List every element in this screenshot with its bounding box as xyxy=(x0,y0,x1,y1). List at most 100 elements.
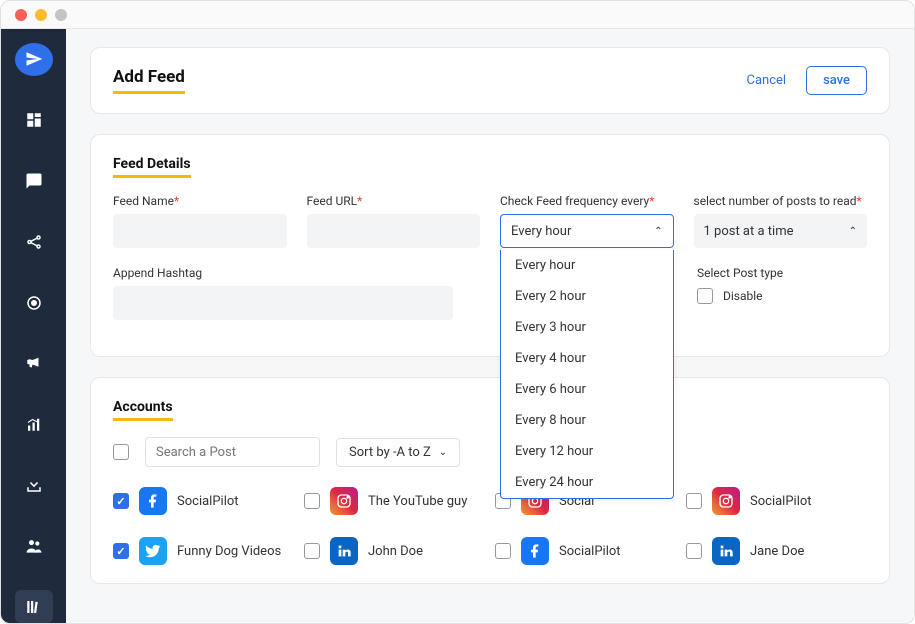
disable-label: Disable xyxy=(723,289,763,303)
frequency-value: Every hour xyxy=(511,224,571,239)
account-item: SocialPilot xyxy=(495,537,676,565)
library-icon xyxy=(25,598,43,616)
account-checkbox[interactable] xyxy=(304,543,320,559)
account-name: SocialPilot xyxy=(750,494,812,509)
ig-icon xyxy=(330,487,358,515)
fb-icon xyxy=(139,487,167,515)
hashtag-input[interactable] xyxy=(113,286,453,320)
account-checkbox[interactable] xyxy=(686,543,702,559)
sidebar-item-share[interactable] xyxy=(15,225,53,258)
account-item: Jane Doe xyxy=(686,537,867,565)
chevron-up-icon: ⌃ xyxy=(849,226,857,237)
feed-url-input[interactable] xyxy=(307,214,481,248)
freq-option[interactable]: Every 4 hour xyxy=(501,343,673,374)
account-name: The YouTube guy xyxy=(368,494,467,509)
feed-url-label: Feed URL* xyxy=(307,194,481,208)
freq-option[interactable]: Every 8 hour xyxy=(501,405,673,436)
sidebar-item-inbox[interactable] xyxy=(15,469,53,502)
posts-value: 1 post at a time xyxy=(704,224,794,239)
frequency-select[interactable]: Every hour ⌃ xyxy=(500,214,674,248)
freq-option[interactable]: Every 12 hour xyxy=(501,436,673,467)
window-controls xyxy=(1,1,914,29)
chart-icon xyxy=(25,415,43,433)
account-item: The YouTube guy xyxy=(304,487,485,515)
account-item: SocialPilot xyxy=(686,487,867,515)
freq-option[interactable]: Every 2 hour xyxy=(501,281,673,312)
sidebar-item-target[interactable] xyxy=(15,286,53,319)
maximize-window-dot[interactable] xyxy=(55,9,67,21)
disable-checkbox[interactable] xyxy=(697,288,713,304)
sidebar-item-team[interactable] xyxy=(15,529,53,562)
posts-label: select number of posts to read* xyxy=(694,194,868,208)
chevron-down-icon: ⌄ xyxy=(439,447,447,458)
sidebar-item-announce[interactable] xyxy=(15,347,53,380)
select-all-checkbox[interactable] xyxy=(113,444,129,460)
frequency-dropdown: Every hour Every 2 hour Every 3 hour Eve… xyxy=(500,250,674,499)
frequency-label: Check Feed frequency every* xyxy=(500,194,674,208)
accounts-title: Accounts xyxy=(113,399,173,421)
account-name: Funny Dog Videos xyxy=(177,544,281,559)
message-icon xyxy=(25,172,43,190)
post-type-label: Select Post type xyxy=(697,266,867,280)
main-content: Add Feed Cancel save Feed Details Feed N… xyxy=(66,29,914,623)
feed-name-field: Feed Name* xyxy=(113,194,287,248)
freq-option[interactable]: Every hour xyxy=(501,250,673,281)
account-name: SocialPilot xyxy=(559,544,621,559)
feed-details-title: Feed Details xyxy=(113,156,191,178)
feed-name-input[interactable] xyxy=(113,214,287,248)
megaphone-icon xyxy=(25,354,43,372)
sidebar-item-dashboard[interactable] xyxy=(15,104,53,137)
sort-label: Sort by -A to Z xyxy=(349,445,431,460)
sidebar-item-navigate[interactable] xyxy=(15,43,53,76)
minimize-window-dot[interactable] xyxy=(35,9,47,21)
cancel-link[interactable]: Cancel xyxy=(746,73,786,88)
account-checkbox[interactable] xyxy=(113,543,129,559)
chevron-up-icon: ⌃ xyxy=(654,226,662,237)
sidebar xyxy=(1,29,66,623)
sidebar-item-messages[interactable] xyxy=(15,165,53,198)
sidebar-item-library[interactable] xyxy=(15,590,53,623)
inbox-download-icon xyxy=(25,476,43,494)
ig-icon xyxy=(712,487,740,515)
freq-option[interactable]: Every 24 hour xyxy=(501,467,673,498)
page-title: Add Feed xyxy=(113,67,185,94)
freq-option[interactable]: Every 6 hour xyxy=(501,374,673,405)
account-checkbox[interactable] xyxy=(686,493,702,509)
hashtag-field: Append Hashtag xyxy=(113,266,453,320)
account-name: SocialPilot xyxy=(177,494,239,509)
post-type-field: Select Post type Disable xyxy=(697,266,867,320)
feed-name-label: Feed Name* xyxy=(113,194,287,208)
account-checkbox[interactable] xyxy=(495,543,511,559)
fb-icon xyxy=(521,537,549,565)
search-input[interactable] xyxy=(156,445,322,460)
team-icon xyxy=(24,536,44,556)
li-icon xyxy=(712,537,740,565)
sort-select[interactable]: Sort by -A to Z ⌄ xyxy=(336,438,460,467)
account-checkbox[interactable] xyxy=(113,493,129,509)
sidebar-item-analytics[interactable] xyxy=(15,408,53,441)
account-name: John Doe xyxy=(368,544,423,559)
account-checkbox[interactable] xyxy=(304,493,320,509)
dashboard-icon xyxy=(25,111,43,129)
posts-field: select number of posts to read* 1 post a… xyxy=(694,194,868,248)
header-card: Add Feed Cancel save xyxy=(90,47,890,114)
search-wrap xyxy=(145,437,320,467)
accounts-card: Accounts Sort by -A to Z ⌄ SocialPilot Th… xyxy=(90,377,890,584)
account-item: SocialPilot xyxy=(113,487,294,515)
li-icon xyxy=(330,537,358,565)
paper-plane-icon xyxy=(25,50,43,68)
accounts-grid: SocialPilotThe YouTube guySocialSocialPi… xyxy=(113,487,867,565)
freq-option[interactable]: Every 3 hour xyxy=(501,312,673,343)
save-button[interactable]: save xyxy=(806,66,867,95)
feed-details-card: Feed Details Feed Name* Feed URL* Check … xyxy=(90,134,890,357)
account-item: Funny Dog Videos xyxy=(113,537,294,565)
hashtag-label: Append Hashtag xyxy=(113,266,453,280)
share-nodes-icon xyxy=(25,233,43,251)
close-window-dot[interactable] xyxy=(15,9,27,21)
tw-icon xyxy=(139,537,167,565)
target-icon xyxy=(25,294,43,312)
account-name: Jane Doe xyxy=(750,544,804,559)
account-item: John Doe xyxy=(304,537,485,565)
frequency-field: Check Feed frequency every* Every hour ⌃… xyxy=(500,194,674,248)
posts-select[interactable]: 1 post at a time ⌃ xyxy=(694,214,868,248)
